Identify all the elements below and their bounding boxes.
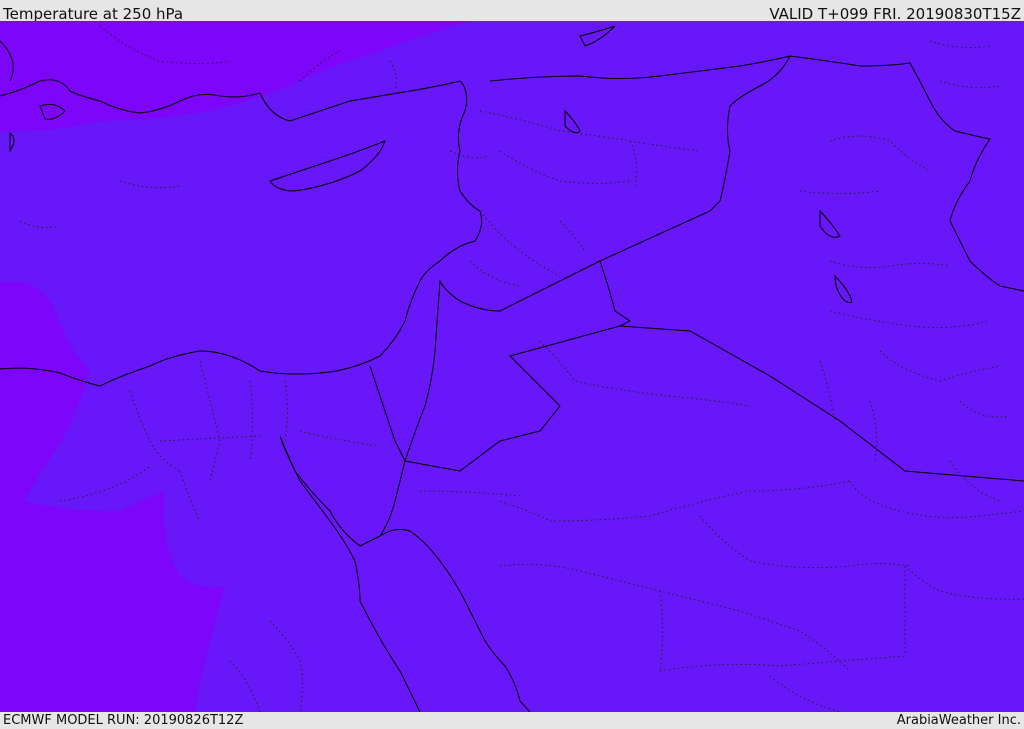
credit: ArabiaWeather Inc. (896, 713, 1021, 728)
footer-bar: ECMWF MODEL RUN: 20190826T12Z ArabiaWeat… (0, 712, 1024, 729)
map-canvas (0, 21, 1024, 712)
header-bar: Temperature at 250 hPa VALID T+099 FRI. … (0, 0, 1024, 23)
model-run: ECMWF MODEL RUN: 20190826T12Z (3, 713, 244, 728)
weather-map[interactable] (0, 21, 1024, 712)
